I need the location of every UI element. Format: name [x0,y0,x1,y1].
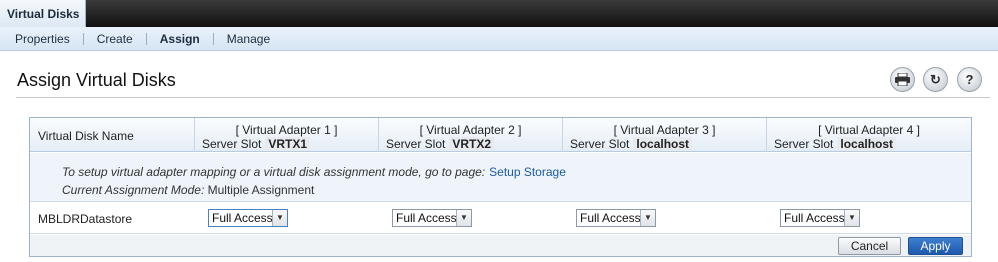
header-adapter-3: [ Virtual Adapter 3 ] Server Slot localho… [562,118,766,152]
slot-value: localhost [837,137,897,151]
chevron-down-icon: ▼ [456,210,471,226]
virtual-disk-name: MBLDRDatastore [38,212,133,226]
adapter-title: [ Virtual Adapter 3 ] [613,123,716,137]
top-bar [0,0,998,27]
slot-value: VRTX1 [265,137,311,151]
apply-button[interactable]: Apply [908,237,963,255]
adapter-title: [ Virtual Adapter 4 ] [818,123,920,137]
assignment-table: Virtual Disk Name [ Virtual Adapter 1 ] … [29,117,972,257]
header-adapter-4: [ Virtual Adapter 4 ] Server Slot localho… [766,118,971,152]
refresh-icon[interactable]: ↻ [923,67,948,92]
print-icon[interactable] [890,67,915,92]
setup-storage-link[interactable]: Setup Storage [489,165,566,179]
chevron-down-icon: ▼ [272,210,287,226]
setup-instructions: To setup virtual adapter mapping or a vi… [62,165,566,179]
table-footer: Cancel Apply [30,235,971,256]
subnav-manage[interactable]: Manage [227,32,270,46]
access-select-adapter-3[interactable]: Full Access ▼ [576,209,656,227]
server-slot: Server Slot VRTX1 [202,137,311,151]
chevron-down-icon: ▼ [844,210,859,226]
cancel-button[interactable]: Cancel [838,237,901,255]
slot-value: VRTX2 [449,137,495,151]
server-slot: Server Slot VRTX2 [386,137,495,151]
subnav-divider [212,32,214,45]
column-label: Virtual Disk Name [38,129,134,143]
access-select-adapter-1[interactable]: Full Access ▼ [208,209,288,227]
info-row: To setup virtual adapter mapping or a vi… [30,153,971,202]
subnav-assign[interactable]: Assign [160,32,200,46]
assignment-mode: Current Assignment Mode: Multiple Assign… [62,183,315,197]
chevron-down-icon: ▼ [640,210,655,226]
subnav-divider [82,32,84,45]
server-slot: Server Slot localhost [774,137,897,151]
adapter-title: [ Virtual Adapter 2 ] [419,123,522,137]
header-adapter-1: [ Virtual Adapter 1 ] Server Slot VRTX1 [194,118,378,152]
access-select-adapter-4[interactable]: Full Access ▼ [780,209,860,227]
header-adapter-2: [ Virtual Adapter 2 ] Server Slot VRTX2 [378,118,562,152]
adapter-title: [ Virtual Adapter 1 ] [235,123,338,137]
subnav-divider [145,32,147,45]
help-icon[interactable]: ? [957,67,982,92]
header-disk-name: Virtual Disk Name [30,118,194,152]
subnav-properties[interactable]: Properties [15,32,70,46]
access-select-adapter-2[interactable]: Full Access ▼ [392,209,472,227]
title-divider [16,97,990,98]
assignment-mode-value: Multiple Assignment [207,183,315,197]
server-slot: Server Slot localhost [570,137,693,151]
slot-value: localhost [633,137,693,151]
page-title: Assign Virtual Disks [17,70,176,90]
table-header: Virtual Disk Name [ Virtual Adapter 1 ] … [30,118,971,152]
table-row: MBLDRDatastore Full Access ▼ Full Access ▼… [30,203,971,234]
tab-virtual-disks[interactable]: Virtual Disks [0,0,86,27]
sub-navigation: Properties Create Assign Manage [0,27,998,51]
subnav-create[interactable]: Create [97,32,133,46]
